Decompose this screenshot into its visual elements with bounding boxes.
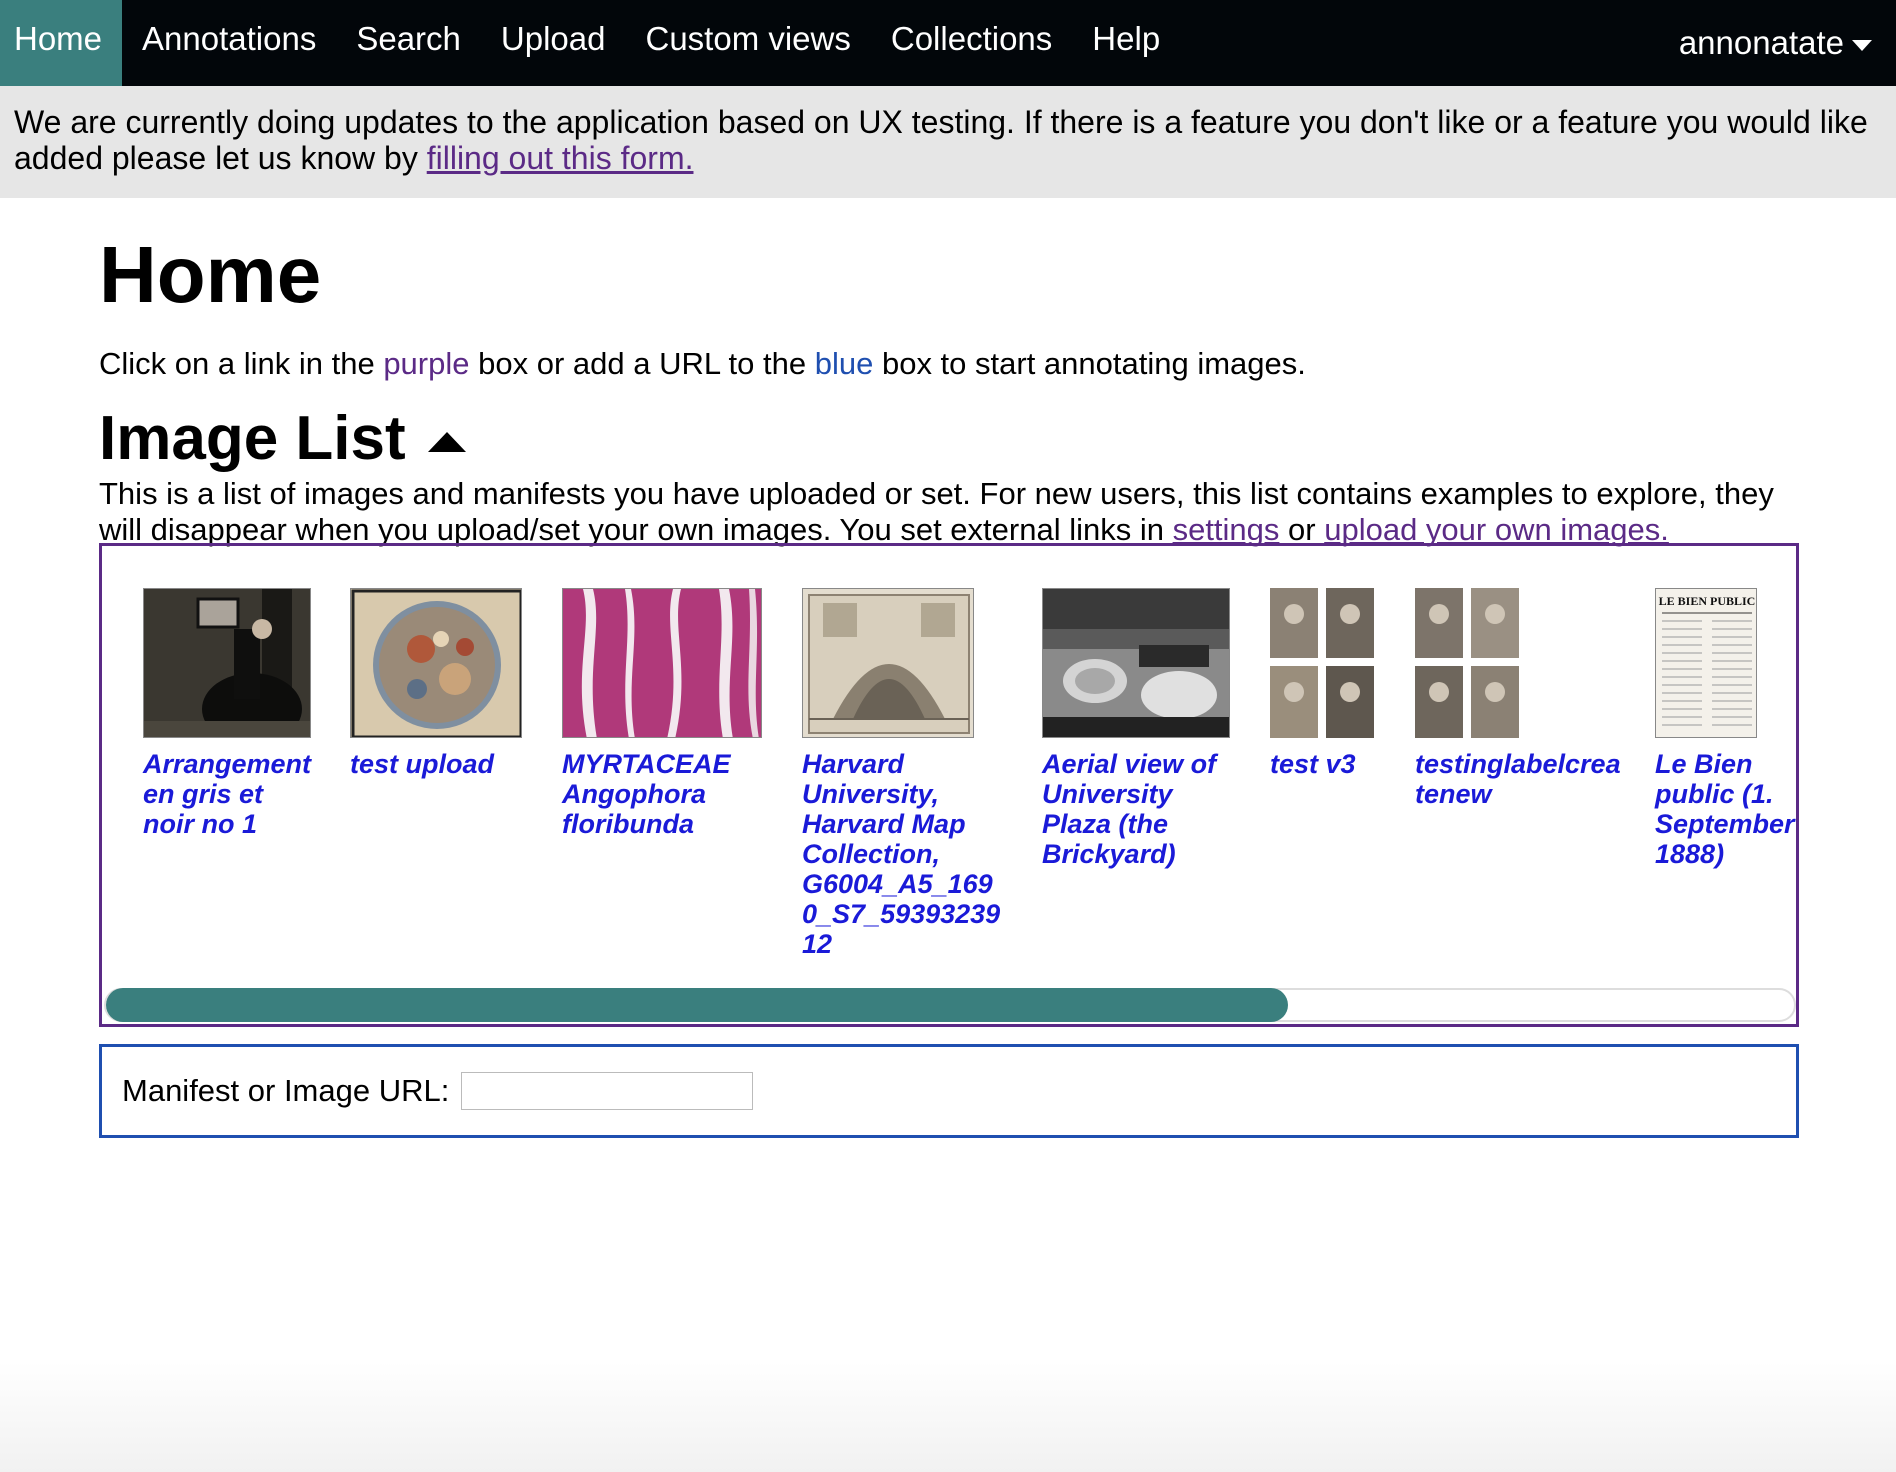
nav-upload[interactable]: Upload [481, 0, 626, 86]
list-item[interactable]: MYRTACEAE Angophora floribunda [562, 588, 763, 839]
intro-text-2: box or add a URL to the [469, 346, 815, 381]
banner-text: We are currently doing updates to the ap… [14, 104, 1868, 176]
nav-annotations[interactable]: Annotations [122, 0, 336, 86]
list-item-caption: Arrangement en gris et noir no 1 [143, 749, 312, 839]
list-item[interactable]: testinglabelcreatenew [1415, 588, 1625, 809]
nav-custom-views[interactable]: Custom views [625, 0, 870, 86]
user-name: annonatate [1678, 24, 1844, 61]
intro-text-3: box to start annotating images. [873, 346, 1306, 381]
nav-home[interactable]: Home [0, 0, 123, 86]
list-item[interactable]: Arrangement en gris et noir no 1 [143, 588, 313, 839]
page-footer-fade [0, 1362, 1896, 1472]
horizontal-scrollbar[interactable] [104, 988, 1796, 1022]
url-input[interactable] [461, 1072, 754, 1110]
list-item-caption: Aerial view of University Plaza (the Bri… [1042, 749, 1217, 869]
home-intro: Click on a link in the purple box or add… [99, 346, 1799, 382]
nav-help[interactable]: Help [1072, 0, 1180, 86]
nav-collections[interactable]: Collections [871, 0, 1072, 86]
list-item-caption: testinglabelcreatenew [1415, 749, 1621, 809]
blue-word: blue [814, 346, 874, 381]
intro-text-1: Click on a link in the [99, 346, 384, 381]
user-menu[interactable]: annonatate [1679, 0, 1896, 86]
image-list-heading: Image List [99, 404, 1799, 474]
upload-images-link[interactable]: upload your own images. [1324, 512, 1669, 547]
url-entry-box: Manifest or Image URL: [99, 1044, 1799, 1138]
image-list-description: This is a list of images and manifests y… [99, 476, 1799, 548]
list-item-caption: test upload [350, 749, 495, 779]
list-item-caption: test v3 [1270, 749, 1356, 779]
newspaper-thumbnail-icon: LE BIEN PUBLIC [1655, 588, 1758, 739]
photo-grid-thumbnail-icon [1270, 588, 1374, 738]
page-title: Home [99, 230, 322, 319]
scrollbar-thumb[interactable] [106, 988, 1288, 1022]
celestial-map-thumbnail-icon [350, 588, 523, 739]
list-item[interactable]: Harvard University, Harvard Map Collecti… [802, 588, 1007, 959]
newspaper-masthead: LE BIEN PUBLIC [1659, 594, 1756, 608]
nav-search[interactable]: Search [336, 0, 481, 86]
list-item-caption: Le Bien public (1. September 1888) [1655, 749, 1795, 869]
top-navbar: Home Annotations Search Upload Custom vi… [0, 0, 1896, 86]
aerial-photo-thumbnail-icon [1042, 588, 1231, 739]
feedback-form-link[interactable]: filling out this form. [427, 140, 694, 176]
list-item[interactable]: LE BIEN PUBLIC Le Bien public (1. Septem… [1655, 588, 1796, 869]
list-desc-or: or [1279, 512, 1325, 547]
url-field-label: Manifest or Image URL: [122, 1073, 450, 1108]
chevron-down-icon [1852, 39, 1872, 51]
list-item[interactable]: test v3 [1270, 588, 1385, 779]
settings-link[interactable]: settings [1173, 512, 1280, 547]
microscope-slide-thumbnail-icon [562, 588, 763, 739]
purple-word: purple [383, 346, 470, 381]
feedback-banner: We are currently doing updates to the ap… [0, 86, 1896, 198]
collapse-caret-up-icon[interactable] [427, 432, 466, 452]
photo-grid-thumbnail-icon [1415, 588, 1519, 738]
list-item[interactable]: test upload [350, 588, 525, 779]
city-map-thumbnail-icon [802, 588, 975, 739]
list-item-caption: Harvard University, Harvard Map Collecti… [802, 749, 1001, 959]
main-content: Home Click on a link in the purple box o… [99, 198, 1799, 548]
list-item[interactable]: Aerial view of University Plaza (the Bri… [1042, 588, 1232, 869]
list-item-caption: MYRTACEAE Angophora floribunda [562, 749, 731, 839]
image-list-box: Arrangement en gris et noir no 1 test up… [99, 543, 1799, 1027]
image-list-title: Image List [99, 404, 406, 473]
painting-thumbnail-icon [143, 588, 312, 745]
